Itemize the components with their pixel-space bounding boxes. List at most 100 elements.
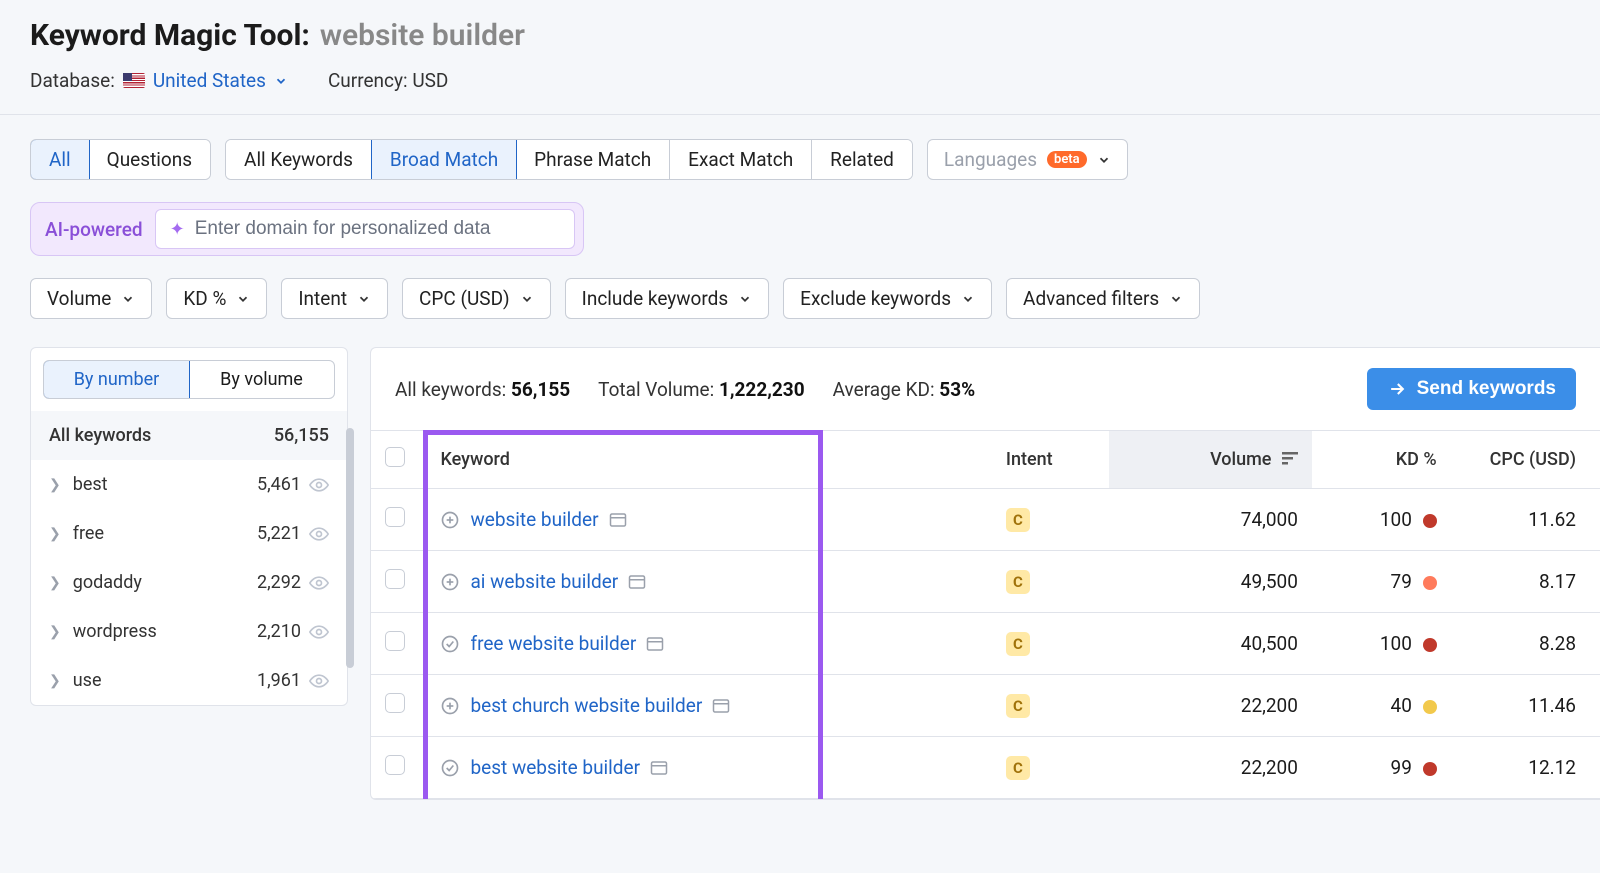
col-cpc[interactable]: CPC (USD) xyxy=(1451,431,1600,489)
intent-badge: C xyxy=(1006,570,1030,594)
group-count: 2,210 xyxy=(257,621,301,642)
ai-powered-label: AI-powered xyxy=(45,218,143,241)
sidebar-group-use[interactable]: ❯ use 1,961 xyxy=(31,656,347,705)
group-name: godaddy xyxy=(73,572,142,593)
row-checkbox[interactable] xyxy=(385,569,405,589)
tab-related[interactable]: Related xyxy=(812,140,912,179)
filter-intent[interactable]: Intent xyxy=(281,278,388,319)
keyword-link[interactable]: free website builder xyxy=(470,632,636,655)
row-checkbox[interactable] xyxy=(385,755,405,775)
check-circle-icon[interactable] xyxy=(440,634,460,654)
kd-value: 100 xyxy=(1312,489,1451,551)
sidebar-group-wordpress[interactable]: ❯wordpress 2,210 xyxy=(31,607,347,656)
keyword-link[interactable]: best website builder xyxy=(470,756,640,779)
chevron-down-icon xyxy=(121,292,135,306)
search-query: website builder xyxy=(320,18,525,53)
row-checkbox[interactable] xyxy=(385,631,405,651)
intent-badge: C xyxy=(1006,508,1030,532)
summary-avg-kd: Average KD: 53% xyxy=(833,378,976,401)
tab-all[interactable]: All xyxy=(30,139,90,180)
filter-cpc[interactable]: CPC (USD) xyxy=(402,278,551,319)
keywords-table: Keyword Intent Volume KD % CPC (USD) web… xyxy=(371,430,1600,799)
kd-dot-icon xyxy=(1423,700,1437,714)
scope-toggle: All Questions xyxy=(30,139,211,180)
tab-broad-match[interactable]: Broad Match xyxy=(371,139,517,180)
kd-value: 40 xyxy=(1312,675,1451,737)
col-kd[interactable]: KD % xyxy=(1312,431,1451,489)
tab-questions[interactable]: Questions xyxy=(89,140,210,179)
match-toggle: All Keywords Broad Match Phrase Match Ex… xyxy=(225,139,913,180)
eye-icon xyxy=(309,671,329,691)
keyword-link[interactable]: ai website builder xyxy=(470,570,618,593)
serp-icon[interactable] xyxy=(646,636,664,652)
sidebar-all-keywords[interactable]: All keywords 56,155 xyxy=(31,411,347,460)
volume-value: 40,500 xyxy=(1109,613,1312,675)
serp-icon[interactable] xyxy=(628,574,646,590)
chevron-down-icon xyxy=(1097,153,1111,167)
languages-dropdown[interactable]: Languages beta xyxy=(927,139,1128,180)
intent-badge: C xyxy=(1006,694,1030,718)
sidebar-scrollbar[interactable] xyxy=(346,428,354,668)
check-circle-icon[interactable] xyxy=(440,758,460,778)
filter-volume[interactable]: Volume xyxy=(30,278,152,319)
ai-powered-section: AI-powered ✦ xyxy=(30,202,584,256)
filter-kd[interactable]: KD % xyxy=(166,278,267,319)
group-name: use xyxy=(73,670,102,691)
volume-value: 74,000 xyxy=(1109,489,1312,551)
plus-circle-icon[interactable] xyxy=(440,510,460,530)
col-keyword[interactable]: Keyword xyxy=(426,431,991,489)
summary-all-keywords: All keywords: 56,155 xyxy=(395,378,570,401)
results-panel: All keywords: 56,155 Total Volume: 1,222… xyxy=(370,347,1600,800)
kd-dot-icon xyxy=(1423,514,1437,528)
domain-input[interactable] xyxy=(195,218,560,240)
send-keywords-button[interactable]: Send keywords xyxy=(1367,368,1576,410)
chevron-down-icon xyxy=(1169,292,1183,306)
arrow-right-icon xyxy=(1387,379,1407,399)
tab-exact-match[interactable]: Exact Match xyxy=(670,140,812,179)
col-intent[interactable]: Intent xyxy=(992,431,1109,489)
kd-value: 100 xyxy=(1312,613,1451,675)
keyword-link[interactable]: best church website builder xyxy=(470,694,702,717)
plus-circle-icon[interactable] xyxy=(440,572,460,592)
page-title: Keyword Magic Tool: xyxy=(30,18,310,53)
kd-value: 99 xyxy=(1312,737,1451,799)
chevron-right-icon: ❯ xyxy=(49,575,61,591)
serp-icon[interactable] xyxy=(650,760,668,776)
kd-value: 79 xyxy=(1312,551,1451,613)
keyword-link[interactable]: website builder xyxy=(470,508,598,531)
serp-icon[interactable] xyxy=(712,698,730,714)
sidebar-group-godaddy[interactable]: ❯godaddy 2,292 xyxy=(31,558,347,607)
beta-badge: beta xyxy=(1047,151,1087,168)
intent-badge: C xyxy=(1006,632,1030,656)
filter-exclude[interactable]: Exclude keywords xyxy=(783,278,992,319)
table-row: website builder C 74,000 100 11.62 xyxy=(371,489,1600,551)
tab-phrase-match[interactable]: Phrase Match xyxy=(516,140,670,179)
cpc-value: 11.62 xyxy=(1451,489,1600,551)
flag-us-icon xyxy=(123,73,145,88)
row-checkbox[interactable] xyxy=(385,507,405,527)
domain-input-wrapper[interactable]: ✦ xyxy=(155,209,575,249)
database-selector[interactable]: Database: United States xyxy=(30,69,288,92)
sort-by-volume[interactable]: By volume xyxy=(189,361,334,398)
col-volume[interactable]: Volume xyxy=(1109,431,1312,489)
select-all-checkbox[interactable] xyxy=(385,447,405,467)
plus-circle-icon[interactable] xyxy=(440,696,460,716)
sidebar-group-free[interactable]: ❯free 5,221 xyxy=(31,509,347,558)
serp-icon[interactable] xyxy=(609,512,627,528)
eye-icon xyxy=(309,573,329,593)
cpc-value: 8.17 xyxy=(1451,551,1600,613)
volume-value: 22,200 xyxy=(1109,675,1312,737)
filter-include[interactable]: Include keywords xyxy=(565,278,770,319)
chevron-right-icon: ❯ xyxy=(49,673,61,689)
sort-by-number[interactable]: By number xyxy=(43,360,190,399)
summary-total-volume: Total Volume: 1,222,230 xyxy=(598,378,804,401)
tab-all-keywords[interactable]: All Keywords xyxy=(226,140,372,179)
kd-dot-icon xyxy=(1423,576,1437,590)
group-count: 1,961 xyxy=(257,670,301,691)
filter-advanced[interactable]: Advanced filters xyxy=(1006,278,1200,319)
eye-icon xyxy=(309,622,329,642)
intent-badge: C xyxy=(1006,756,1030,780)
eye-icon xyxy=(309,524,329,544)
row-checkbox[interactable] xyxy=(385,693,405,713)
sidebar-group-best[interactable]: ❯best 5,461 xyxy=(31,460,347,509)
